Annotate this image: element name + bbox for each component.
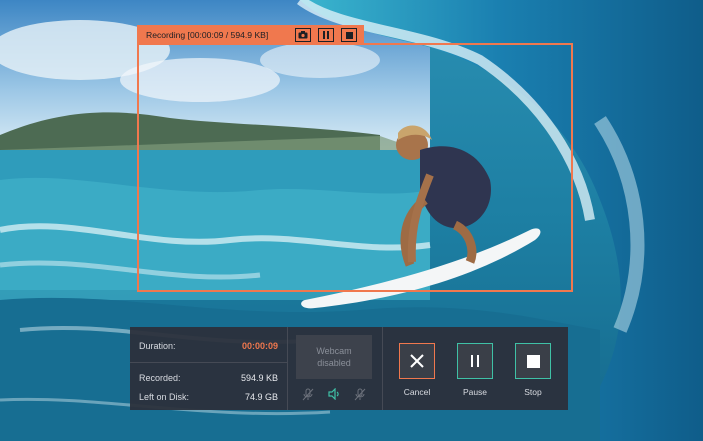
webcam-status-line1: Webcam (316, 346, 352, 356)
pause-label: Pause (462, 387, 488, 397)
pause-icon (323, 31, 329, 39)
duration-row: Duration: 00:00:09 (139, 341, 278, 351)
cancel-button[interactable]: Cancel (397, 343, 437, 397)
pause-button[interactable]: Pause (455, 343, 495, 397)
screenshot-button[interactable] (295, 28, 311, 42)
disk-label: Left on Disk: (139, 392, 190, 402)
duration-label: Duration: (139, 341, 176, 351)
disk-row: Left on Disk: 74.9 GB (139, 392, 278, 402)
pause-button-box[interactable] (457, 343, 493, 379)
recording-area-frame[interactable] (137, 43, 573, 292)
cancel-button-box[interactable] (399, 343, 435, 379)
camera-icon (298, 31, 308, 39)
system-audio-toggle[interactable] (326, 386, 342, 402)
stop-label: Stop (524, 387, 542, 397)
speaker-icon (327, 388, 339, 400)
recording-control-panel: Duration: 00:00:09 Recorded: 594.9 KB Le… (130, 327, 568, 410)
disk-value: 74.9 GB (244, 392, 278, 402)
recording-status: Recording [00:00:09 / 594.9 KB] (146, 30, 269, 40)
webcam-toggle[interactable] (352, 386, 368, 402)
stop-icon (345, 31, 353, 39)
webcam-preview[interactable]: Webcam disabled (296, 335, 372, 379)
recording-actions: Cancel Pause Stop (383, 327, 568, 410)
microphone-muted-icon (302, 388, 314, 400)
recording-stats: Duration: 00:00:09 Recorded: 594.9 KB Le… (130, 327, 288, 410)
pause-icon (471, 355, 479, 367)
toolbar-stop-button[interactable] (341, 28, 357, 42)
webcam-status-line2: disabled (317, 358, 351, 368)
stop-button-box[interactable] (515, 343, 551, 379)
duration-value: 00:00:09 (241, 341, 278, 351)
stop-icon (526, 354, 540, 368)
webcam-muted-icon (354, 388, 366, 400)
recorded-label: Recorded: (139, 373, 181, 383)
close-icon (410, 354, 424, 368)
recorded-value: 594.9 KB (240, 373, 278, 383)
webcam-section: Webcam disabled (288, 327, 383, 410)
stats-divider (130, 362, 287, 363)
cancel-label: Cancel (403, 387, 431, 397)
recorded-row: Recorded: 594.9 KB (139, 373, 278, 383)
toolbar-pause-button[interactable] (318, 28, 334, 42)
stop-button[interactable]: Stop (513, 343, 553, 397)
audio-webcam-toggles (296, 386, 372, 402)
recording-toolbar: Recording [00:00:09 / 594.9 KB] (137, 25, 364, 45)
microphone-toggle[interactable] (300, 386, 316, 402)
